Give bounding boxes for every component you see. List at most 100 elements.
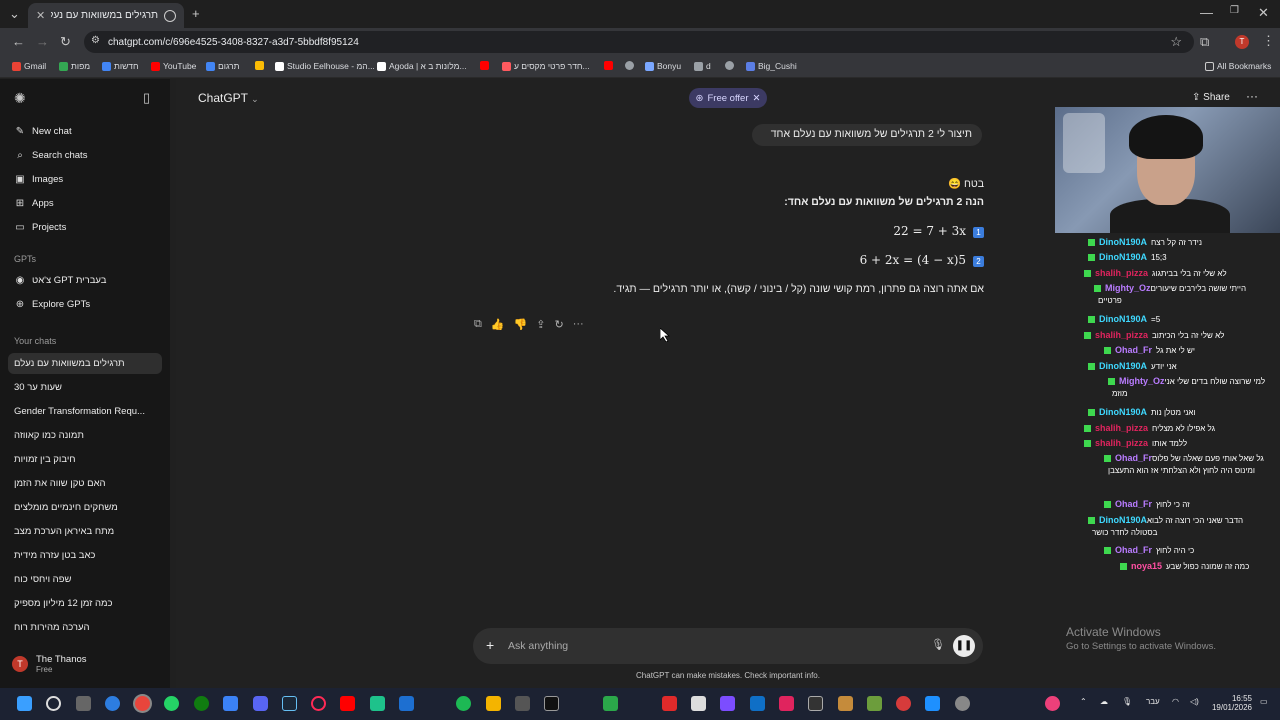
bookmark-maps[interactable]: מפות	[59, 61, 90, 71]
share-button[interactable]: ⇪ Share	[1192, 92, 1230, 103]
chat-item[interactable]: האם טקן שווה את הזמן	[14, 478, 106, 489]
app-icon-1[interactable]	[370, 696, 385, 711]
windows-start-icon[interactable]	[17, 696, 32, 711]
notifications-icon[interactable]: ▭	[1260, 697, 1268, 706]
task-view-icon[interactable]	[76, 696, 91, 711]
bookmark-star-icon[interactable]: ☆	[1170, 35, 1182, 48]
composer[interactable]: + Ask anything 🎙 ❚❚	[473, 628, 983, 664]
chat-item[interactable]: Gender Transformation Requ...	[14, 406, 145, 417]
language-indicator[interactable]: עבר	[1146, 697, 1160, 706]
forward-icon[interactable]: →	[36, 35, 49, 48]
tray-chevron-icon[interactable]: ⌃	[1080, 697, 1087, 706]
bookmark-bonyu[interactable]: Bonyu	[645, 61, 681, 71]
opera-icon[interactable]	[311, 696, 326, 711]
composer-input[interactable]: Ask anything	[508, 640, 568, 652]
more-options-icon[interactable]: ···	[1246, 89, 1258, 103]
heart-app-icon[interactable]	[662, 696, 677, 711]
app-icon-6[interactable]	[808, 696, 823, 711]
chat-item[interactable]: תרגילים במשוואות עם נעלם	[14, 358, 125, 369]
app-icon-3[interactable]	[720, 696, 735, 711]
maximize-icon[interactable]: ❐	[1230, 6, 1239, 16]
bookmark-youtube[interactable]: YouTube	[151, 61, 196, 71]
app-icon-8[interactable]	[867, 696, 882, 711]
bookmark-agoda[interactable]: Agoda | מלונות ב א...	[377, 61, 467, 71]
close-window-icon[interactable]: ✕	[1258, 6, 1269, 19]
xbox-icon[interactable]	[194, 696, 209, 711]
voice-mode-icon[interactable]: ❚❚	[953, 635, 975, 657]
model-selector[interactable]: ChatGPT ⌄	[198, 91, 259, 105]
share-message-icon[interactable]: ⇪	[536, 318, 545, 331]
file-explorer-icon[interactable]	[486, 696, 501, 711]
bookmark-translate[interactable]: תרגום	[206, 61, 240, 71]
tab-search-icon[interactable]: ⌄	[9, 7, 20, 20]
new-tab-icon[interactable]: +	[192, 7, 200, 20]
steam-icon[interactable]	[282, 696, 297, 711]
spotify-icon[interactable]	[456, 696, 471, 711]
bookmark-youtube-2[interactable]	[480, 61, 489, 70]
app-icon-7[interactable]	[838, 696, 853, 711]
reload-icon[interactable]: ↻	[60, 35, 71, 48]
taskbar-search-icon[interactable]	[46, 696, 61, 711]
minimize-icon[interactable]: —	[1200, 6, 1213, 19]
store-icon[interactable]	[399, 696, 414, 711]
site-info-icon[interactable]: ⚙	[91, 36, 100, 46]
sidebar-images[interactable]: ▣ Images	[14, 174, 63, 185]
bookmark-news[interactable]: חדשות	[102, 61, 139, 71]
chat-item[interactable]: משחקים חינמיים מומלצים	[14, 502, 118, 513]
sidebar-explore-gpts[interactable]: ⊕ Explore GPTs	[14, 299, 90, 310]
notification-app-icon[interactable]	[1045, 696, 1060, 711]
sidebar-scrollbar[interactable]	[170, 79, 176, 688]
bookmark-gmail[interactable]: Gmail	[12, 61, 46, 71]
url-bar[interactable]: ⚙ chatgpt.com/c/696e4525-3408-8327-a3d7-…	[84, 31, 1194, 53]
tiktok-icon[interactable]	[544, 696, 559, 711]
bookmark-big-cushi[interactable]: Big_Cushi	[746, 61, 797, 71]
chat-item[interactable]: חיבוק בין זמויות	[14, 454, 76, 465]
settings-icon[interactable]	[955, 696, 970, 711]
discord-icon[interactable]	[253, 696, 268, 711]
bookmark-eelhouse[interactable]: Studio Eelhouse - המ...	[275, 61, 375, 71]
toggle-sidebar-icon[interactable]: ▯	[143, 91, 150, 104]
thumbs-up-icon[interactable]: 👍	[491, 318, 505, 331]
browser-menu-icon[interactable]: ⋮	[1262, 34, 1275, 47]
bookmark-globe-2[interactable]	[725, 61, 734, 70]
add-attachment-icon[interactable]: +	[486, 637, 494, 653]
chat-item[interactable]: שפה ויחסי כוח	[14, 574, 71, 585]
app-icon-4[interactable]	[750, 696, 765, 711]
chrome-icon[interactable]	[135, 696, 150, 711]
bookmark-studio[interactable]	[255, 61, 264, 70]
more-icon[interactable]: ···	[573, 318, 584, 331]
free-offer-button[interactable]: ⊛ Free offer ✕	[689, 88, 767, 108]
chat-item[interactable]: 30 שעות ער	[14, 382, 62, 393]
sidebar-apps[interactable]: ⊞ Apps	[14, 198, 54, 209]
back-icon[interactable]: ←	[12, 35, 25, 48]
sidebar-projects[interactable]: ▭ Projects	[14, 222, 66, 233]
bookmark-youtube-3[interactable]	[604, 61, 613, 70]
mic-tray-icon[interactable]: 🎙	[1122, 697, 1132, 706]
document-icon[interactable]	[691, 696, 706, 711]
bookmark-globe[interactable]	[625, 61, 634, 70]
openai-logo-icon[interactable]: ✺	[14, 91, 26, 105]
user-profile[interactable]: T The Thanos Free	[12, 654, 87, 674]
wifi-icon[interactable]: ◠	[1172, 697, 1179, 706]
edge-icon[interactable]	[105, 696, 120, 711]
extensions-icon[interactable]: ⧉	[1200, 35, 1209, 48]
chat-item[interactable]: מתח באיראן הערכת מצב	[14, 526, 114, 537]
all-bookmarks[interactable]: All Bookmarks	[1205, 61, 1271, 71]
app-icon-9[interactable]	[896, 696, 911, 711]
youtube-icon[interactable]	[340, 696, 355, 711]
close-icon[interactable]: ✕	[753, 93, 761, 104]
whatsapp-icon[interactable]	[164, 696, 179, 711]
sidebar-search-chats[interactable]: ⌕ Search chats	[14, 150, 87, 161]
microphone-icon[interactable]: 🎙	[931, 638, 945, 651]
profile-avatar[interactable]: T	[1235, 35, 1249, 49]
chat-item[interactable]: תמונה כמו קאווזה	[14, 430, 84, 441]
close-tab-icon[interactable]: ✕	[36, 9, 45, 22]
app-icon-5[interactable]	[779, 696, 794, 711]
app-icon-2[interactable]	[515, 696, 530, 711]
sidebar-new-chat[interactable]: ✎ New chat	[14, 126, 72, 137]
chat-item[interactable]: כמה זמן 12 מיליון מספיק	[14, 598, 113, 609]
chat-item[interactable]: כאב בטן עזרה מידית	[14, 550, 95, 561]
sidebar-gpt-hebrew[interactable]: ◉ צ'אט GPT בעברית	[14, 275, 107, 286]
copilot-icon[interactable]	[223, 696, 238, 711]
thumbs-down-icon[interactable]: 👎	[514, 318, 528, 331]
